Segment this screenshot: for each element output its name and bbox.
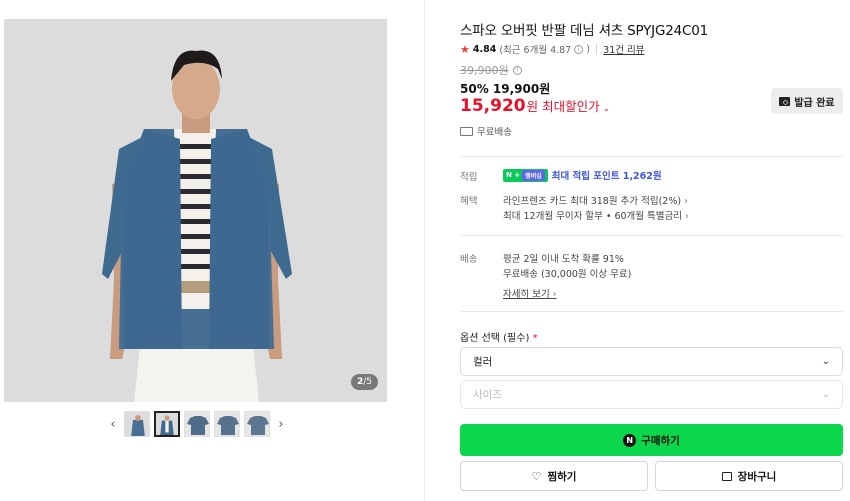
shipping-badge-label: 무료배송 [477,127,512,138]
coupon-button-label: 발급 완료 [794,97,835,109]
final-price-unit: 원 [526,99,539,114]
delivery-eta: 평균 2일 이내 도착 확률 91% [503,254,624,265]
shipping-badge: 무료배송 [460,124,512,138]
divider [460,235,843,236]
chevron-down-icon: ⌄ [602,104,611,114]
rating-separator: | [594,43,599,55]
cart-button[interactable]: 장바구니 [655,461,843,491]
divider [460,156,843,157]
npay-badge: N + 멤버십 [503,168,548,182]
max-discount-label: 최대할인가 [542,99,600,114]
shopping-bag-icon [721,471,732,481]
rating-recent-close: ) [586,43,590,55]
info-icon[interactable]: i [574,44,584,54]
heart-icon: ♡ [531,469,542,483]
rating-row: ★ 4.84 (최근 6개월 4.87 i) | 31건 리뷰 [460,42,645,57]
original-price-row: 39,900원 ! [460,62,522,78]
rating-score: 4.84 [472,43,497,55]
benefit-card-line[interactable]: 라인프렌즈 카드 최대 318원 추가 적립(2%) › [503,193,688,207]
coupon-button[interactable]: 발급 완료 [771,88,843,114]
chevron-right-icon: › [552,289,557,300]
model-photo [4,19,387,402]
thumbnail-3[interactable] [184,411,210,437]
product-main-image[interactable]: 2/5 [4,19,387,402]
final-price-row[interactable]: 15,920 원 최대할인가 ⌄ [460,96,610,116]
divider [460,311,843,312]
discount-price: 50% 19,900원 [460,82,551,96]
naver-pay-icon: N [623,433,637,447]
product-gallery: 2/5 ‹ › [0,0,424,501]
review-count-link[interactable]: 31건 리뷰 [603,42,644,56]
delivery-label: 배송 [460,254,478,265]
points-row[interactable]: N + 멤버십 최대 적립 포인트 1,262원 [503,168,662,182]
points-text: 최대 적립 포인트 1,262원 [551,171,662,182]
color-select[interactable]: 컬러 ⌄ [460,347,843,376]
thumb-next-button[interactable]: › [274,410,288,438]
star-icon: ★ [460,42,470,56]
points-label: 적립 [460,172,478,183]
chevron-right-icon: › [685,211,689,222]
delivery-detail-link[interactable]: 자세히 보기 › [503,286,557,300]
chevron-down-icon: ⌄ [821,356,830,367]
buy-button[interactable]: N 구매하기 [460,424,843,456]
option-label: 옵션 선택 (필수) * [460,333,538,344]
benefit-label: 혜택 [460,196,478,207]
thumbnail-1[interactable] [124,411,150,437]
thumb-prev-button[interactable]: ‹ [106,410,120,438]
price-info-icon[interactable]: ! [512,65,522,75]
image-page-counter: 2/5 [350,374,378,390]
coupon-icon [779,96,791,106]
chevron-right-icon: › [684,196,688,207]
membership-badge: 멤버십 [522,169,545,181]
thumbnail-4[interactable] [214,411,240,437]
wishlist-button[interactable]: ♡ 찜하기 [460,461,648,491]
product-title: 스파오 오버핏 반팔 데님 셔츠 SPYJG24C01 [460,23,708,39]
truck-icon [460,126,473,136]
rating-recent: (최근 6개월 4.87 [499,45,572,56]
final-price: 15,920 [460,96,526,116]
chevron-down-icon: ⌄ [821,389,830,400]
delivery-free: 무료배송 (30,000원 이상 무료) [503,269,632,280]
thumbnail-strip: ‹ › [106,410,288,438]
size-select[interactable]: 사이즈 ⌄ [460,380,843,409]
thumbnail-2[interactable] [154,411,180,437]
original-price: 39,900원 [460,64,509,77]
vertical-divider [424,0,425,501]
benefit-installment-line[interactable]: 최대 12개월 무이자 할부 • 60개월 특별금리 › [503,208,689,222]
thumbnail-5[interactable] [244,411,270,437]
